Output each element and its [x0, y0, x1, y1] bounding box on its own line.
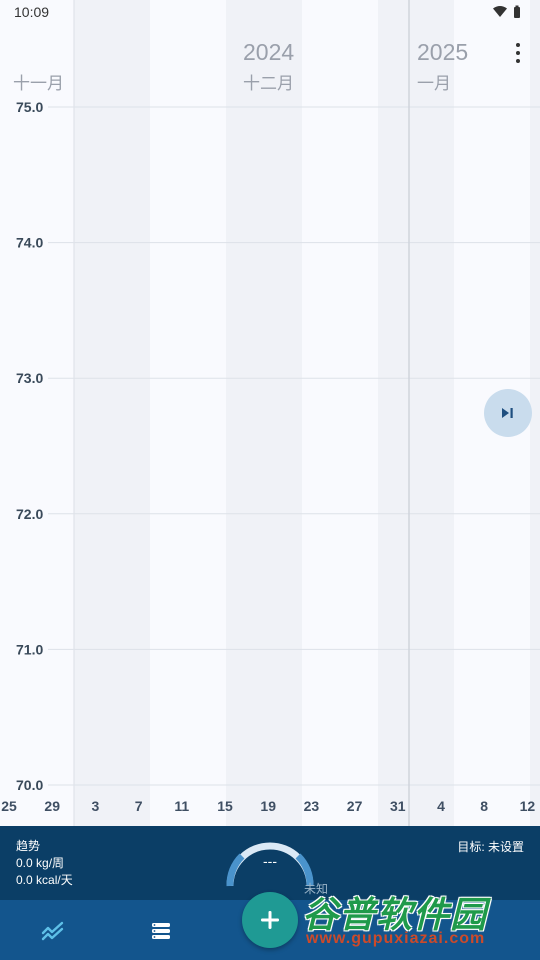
- x-tick-label: 25: [1, 798, 17, 814]
- x-tick-label: 27: [347, 798, 363, 814]
- y-tick-label: 72.0: [16, 506, 43, 522]
- x-tick-label: 4: [437, 798, 445, 814]
- plus-icon: [261, 911, 279, 929]
- gauge-value: ---: [263, 853, 277, 869]
- watermark: 未知 谷普软件园 www.gupuxiazai.com: [296, 872, 540, 954]
- x-tick-label: 31: [390, 798, 406, 814]
- jump-to-latest-button[interactable]: [484, 389, 532, 437]
- month-label-december: 十二月: [243, 74, 294, 93]
- add-entry-button[interactable]: [242, 892, 298, 948]
- weight-rate: 0.0 kg/周: [16, 856, 65, 870]
- week-band-1: [226, 0, 302, 826]
- y-tick-label: 74.0: [16, 235, 43, 251]
- watermark-url: www.gupuxiazai.com: [306, 930, 486, 947]
- list-icon: [152, 923, 170, 939]
- weight-chart[interactable]: 75.0 74.0 73.0 72.0 71.0 70.0 25 29 3 7 11 15 19 23 27…: [0, 0, 540, 826]
- x-tick-label: 29: [44, 798, 60, 814]
- trend-label: 趋势: [16, 839, 41, 853]
- x-tick-label: 12: [520, 798, 536, 814]
- week-band-2: [378, 0, 454, 826]
- y-tick-label: 75.0: [16, 99, 43, 115]
- nav-list-tab[interactable]: [148, 918, 174, 944]
- x-tick-label: 11: [174, 798, 189, 814]
- more-menu-icon[interactable]: [514, 43, 522, 63]
- energy-rate: 0.0 kcal/天: [16, 873, 73, 887]
- month-label-january: 一月: [417, 74, 451, 93]
- year-label-2024: 2024: [243, 39, 295, 65]
- week-band-0: [74, 0, 150, 826]
- x-tick-label: 3: [92, 798, 100, 814]
- x-tick-label: 23: [304, 798, 320, 814]
- month-label-november: 十一月: [13, 74, 64, 93]
- x-tick-label: 19: [260, 798, 276, 814]
- x-tick-label: 7: [135, 798, 143, 814]
- year-label-2025: 2025: [417, 39, 469, 65]
- y-tick-label: 71.0: [16, 641, 43, 657]
- y-tick-label: 70.0: [16, 777, 43, 793]
- trend-icon: [41, 921, 64, 941]
- goal-label[interactable]: 目标: 未设置: [457, 839, 524, 856]
- x-tick-label: 15: [217, 798, 233, 814]
- nav-chart-tab[interactable]: [40, 918, 66, 944]
- x-tick-label: 8: [480, 798, 488, 814]
- y-tick-label: 73.0: [16, 370, 43, 386]
- skip-next-icon: [502, 408, 513, 418]
